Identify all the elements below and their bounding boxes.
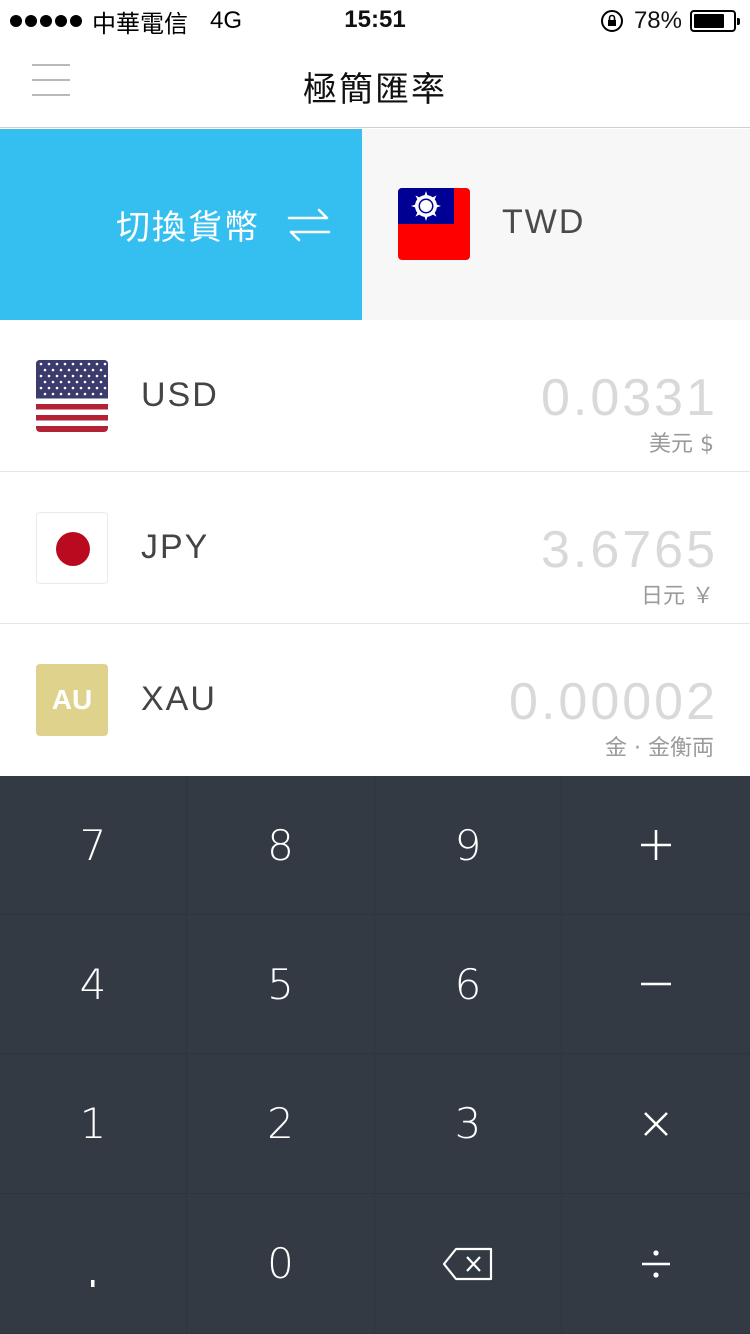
- backspace-icon: [442, 1247, 493, 1280]
- currency-code: JPY: [141, 528, 210, 566]
- currency-row-jpy[interactable]: JPY 3.6765 日元 ￥: [0, 472, 750, 624]
- key-0[interactable]: 0: [187, 1194, 375, 1334]
- key-divide[interactable]: [562, 1194, 750, 1334]
- currency-value: 0.00002: [509, 673, 718, 731]
- currency-list: USD 0.0331 美元 $ JPY 3.6765 日元 ￥ AU XAU 0…: [0, 320, 750, 776]
- switch-currency-label: 切換貨幣: [116, 208, 260, 248]
- switch-row: 切換貨幣 TWD: [0, 129, 750, 320]
- keypad: 7 8 9 4 5 6 1 2 3 0: [0, 776, 750, 1334]
- multiply-icon: [644, 1111, 668, 1136]
- gold-au-icon: AU: [36, 664, 108, 736]
- key-minus[interactable]: [562, 915, 750, 1054]
- key-4[interactable]: 4: [0, 915, 187, 1054]
- currency-value: 3.6765: [540, 521, 718, 579]
- key-6[interactable]: 6: [375, 915, 562, 1054]
- key-3[interactable]: 3: [375, 1054, 562, 1194]
- key-8[interactable]: 8: [187, 776, 375, 915]
- key-1[interactable]: 1: [0, 1054, 187, 1194]
- currency-code: XAU: [141, 680, 217, 718]
- minus-icon: [641, 982, 671, 986]
- currency-value: 0.0331: [540, 369, 718, 427]
- base-currency-selector[interactable]: TWD: [362, 129, 750, 320]
- key-5[interactable]: 5: [187, 915, 375, 1054]
- usa-flag-icon: [36, 360, 108, 432]
- switch-currency-button[interactable]: 切換貨幣: [0, 129, 362, 320]
- battery-level: [694, 14, 724, 28]
- plus-icon: [641, 830, 671, 860]
- battery-icon: [690, 10, 740, 32]
- key-7[interactable]: 7: [0, 776, 187, 915]
- key-2[interactable]: 2: [187, 1054, 375, 1194]
- app-header: 極簡匯率: [0, 40, 750, 128]
- rotation-lock-icon: [600, 10, 623, 32]
- status-right: 78%: [600, 6, 740, 36]
- currency-row-xau[interactable]: AU XAU 0.00002 金 · 金衡両: [0, 624, 750, 776]
- divide-icon: [642, 1249, 670, 1278]
- key-multiply[interactable]: [562, 1054, 750, 1194]
- key-plus[interactable]: [562, 776, 750, 915]
- status-bar: 中華電信 4G 15:51 78%: [0, 0, 750, 40]
- currency-name: 美元 $: [649, 432, 714, 457]
- base-currency-code: TWD: [502, 203, 586, 241]
- japan-flag-icon: [36, 512, 108, 584]
- key-backspace[interactable]: [375, 1194, 562, 1334]
- currency-row-usd[interactable]: USD 0.0331 美元 $: [0, 320, 750, 472]
- page-title: 極簡匯率: [303, 70, 447, 110]
- key-decimal[interactable]: [0, 1194, 187, 1334]
- taiwan-flag-icon: [398, 188, 470, 260]
- key-9[interactable]: 9: [375, 776, 562, 915]
- battery-percent: 78%: [633, 7, 682, 34]
- currency-name: 金 · 金衡両: [605, 736, 714, 761]
- currency-code: USD: [141, 376, 219, 414]
- swap-arrows-icon: [287, 208, 331, 241]
- currency-name: 日元 ￥: [641, 584, 714, 609]
- decimal-point-icon: [91, 1279, 95, 1287]
